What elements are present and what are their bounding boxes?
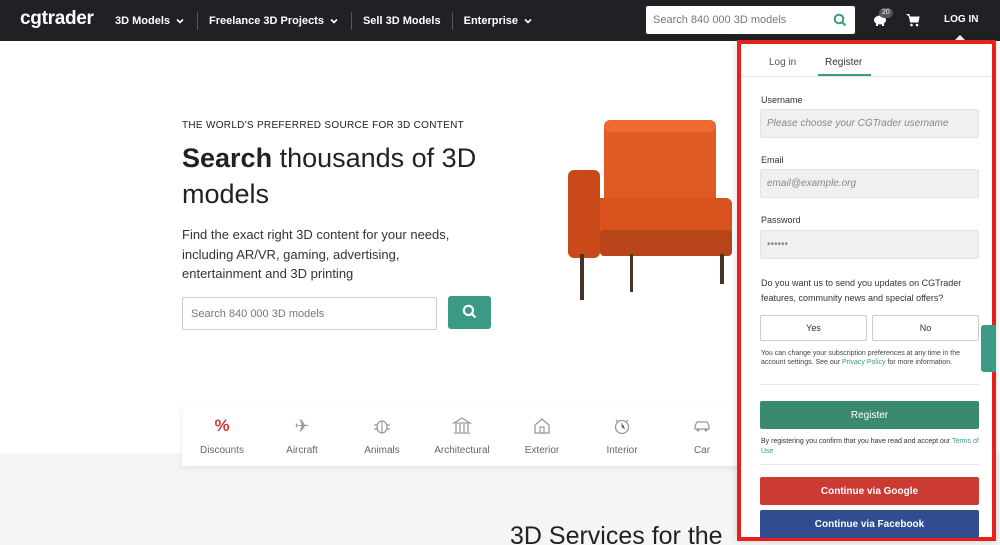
email-field[interactable] [760, 169, 979, 198]
google-login-button[interactable]: Continue via Google [760, 477, 979, 505]
hero-headline: Search thousands of 3D models [182, 140, 502, 212]
category-label: Architectural [434, 445, 490, 456]
main-nav: 3D Models Freelance 3D Projects Sell 3D … [115, 0, 534, 41]
house-icon [534, 418, 550, 434]
nav-3d-models-label: 3D Models [115, 14, 171, 27]
subscription-note: You can change your subscription prefere… [761, 349, 983, 367]
note-text-end: for more information. [885, 359, 953, 366]
username-label: Username [761, 95, 803, 105]
hero-search-input[interactable] [182, 297, 437, 330]
panel-divider [760, 384, 979, 385]
hero-subtext: Find the exact right 3D content for your… [182, 227, 450, 281]
nav-sell-label: Sell 3D Models [362, 14, 441, 27]
category-strip: % Discounts ✈ Aircraft Animals Architect… [182, 404, 742, 466]
top-navbar: cgtrader 3D Models Freelance 3D Projects… [0, 0, 1000, 41]
nav-freelance-label: Freelance 3D Projects [209, 14, 324, 27]
notification-badge: 20 [879, 8, 893, 18]
login-link[interactable]: LOG IN [944, 14, 978, 25]
cart-icon[interactable] [906, 13, 920, 27]
tab-login[interactable]: Log in [769, 57, 796, 68]
category-architectural[interactable]: Architectural [422, 404, 502, 466]
chair-image [568, 120, 732, 300]
chevron-down-icon [330, 18, 338, 24]
cgtrader-logo[interactable]: cgtrader [20, 8, 94, 30]
nav-divider [350, 11, 352, 30]
hero-eyebrow: THE WORLD'S PREFERRED SOURCE FOR 3D CONT… [182, 120, 465, 131]
register-panel: Log in Register Username Email Password … [737, 40, 996, 541]
help-tab[interactable]: Help [973, 325, 996, 372]
password-field[interactable] [760, 230, 979, 259]
headline-bold: Search [182, 143, 273, 173]
nav-sell[interactable]: Sell 3D Models [363, 15, 441, 27]
percent-icon: % [214, 416, 230, 435]
tab-register[interactable]: Register [825, 57, 862, 68]
nav-divider [451, 11, 453, 30]
email-label: Email [761, 155, 784, 165]
help-tab-label: Help [973, 353, 982, 371]
nav-search-box [646, 6, 855, 34]
search-icon[interactable] [833, 13, 847, 27]
category-label: Car [693, 445, 711, 456]
category-label: Aircraft [286, 445, 318, 456]
facebook-login-button[interactable]: Continue via Facebook [760, 510, 979, 538]
nav-divider [197, 11, 199, 30]
chevron-down-icon [176, 18, 184, 24]
nav-enterprise[interactable]: Enterprise [464, 15, 534, 27]
clock-icon [614, 419, 630, 435]
panel-divider [760, 464, 979, 465]
nav-3d-models[interactable]: 3D Models [115, 15, 186, 27]
category-exterior[interactable]: Exterior [502, 404, 582, 466]
bug-icon [374, 420, 390, 434]
nav-enterprise-label: Enterprise [463, 14, 519, 27]
hero-search-button[interactable] [448, 296, 491, 329]
services-heading: 3D Services for the [510, 522, 723, 545]
active-tab-indicator [818, 74, 871, 76]
newsletter-yes-button[interactable]: Yes [760, 315, 867, 341]
category-label: Exterior [524, 445, 560, 456]
privacy-policy-link[interactable]: Privacy Policy [842, 359, 886, 366]
newsletter-question: Do you want us to send you updates on CG… [761, 278, 962, 303]
category-aircraft[interactable]: ✈ Aircraft [262, 404, 342, 466]
terms-note: By registering you confirm that you have… [761, 437, 983, 456]
password-label: Password [761, 215, 801, 225]
category-car[interactable]: Car [662, 404, 742, 466]
chevron-down-icon [524, 18, 532, 24]
airplane-icon: ✈ [294, 416, 310, 436]
category-label: Interior [606, 445, 638, 456]
car-icon [694, 421, 710, 432]
category-label: Animals [364, 445, 400, 456]
building-icon [452, 417, 472, 434]
search-icon [462, 304, 477, 318]
nav-search-input[interactable] [646, 6, 826, 34]
category-animals[interactable]: Animals [342, 404, 422, 466]
newsletter-no-button[interactable]: No [872, 315, 979, 341]
auth-tabs: Log in Register [741, 44, 992, 77]
nav-freelance[interactable]: Freelance 3D Projects [209, 15, 340, 27]
terms-text: By registering you confirm that you have… [761, 438, 952, 445]
category-interior[interactable]: Interior [582, 404, 662, 466]
register-button[interactable]: Register [760, 401, 979, 429]
category-label: Discounts [200, 445, 244, 456]
category-discounts[interactable]: % Discounts [182, 404, 262, 466]
username-field[interactable] [760, 109, 979, 138]
